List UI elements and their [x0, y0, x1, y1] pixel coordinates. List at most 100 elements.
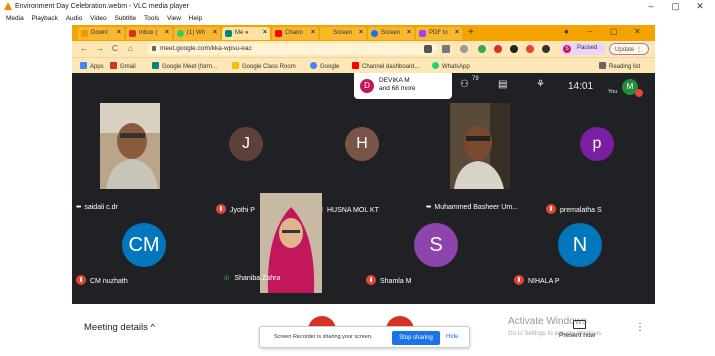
update-button[interactable]: Update ⋮ [609, 43, 649, 55]
tab-search-icon[interactable]: ● [564, 27, 569, 36]
install-icon[interactable] [442, 45, 450, 53]
close-button[interactable]: ✕ [689, 1, 711, 12]
close-tab-icon[interactable]: × [455, 29, 459, 36]
classroom-icon [232, 62, 239, 69]
reload-icon[interactable]: C [112, 44, 118, 53]
participant-count: 79 [472, 76, 479, 82]
tab-pdf[interactable]: PDF to × [416, 27, 462, 40]
extension-green-icon[interactable] [478, 45, 486, 53]
bookmark-meet[interactable]: Google Meet (form... [152, 62, 217, 70]
tab-downloads[interactable]: Downl × [78, 27, 124, 40]
tab-screen-1[interactable]: Screen × [320, 27, 366, 40]
vlc-menu-bar: Media Playback Audio Video Subtitle Tool… [0, 15, 715, 25]
bookmark-channel[interactable]: Channel dashboard... [352, 62, 419, 70]
menu-help[interactable]: Help [189, 15, 202, 22]
extension-infinity-icon[interactable] [510, 45, 518, 53]
chat-icon[interactable]: ▤ [498, 79, 507, 90]
home-icon[interactable]: ⌂ [128, 44, 133, 53]
pdf-icon [419, 30, 426, 37]
activities-icon[interactable]: ⚘ [536, 79, 545, 90]
meeting-details-button[interactable]: Meeting details ^ [84, 322, 155, 333]
bookmark-google[interactable]: Google [310, 62, 339, 70]
participant-name: ••• Muhammed Basheer Um... [426, 204, 519, 211]
meet-icon [225, 30, 232, 37]
bookmark-star-icon[interactable] [460, 45, 468, 53]
update-label: Update [615, 47, 635, 53]
reading-list[interactable]: Reading list [599, 62, 640, 70]
participant-name: NIHALA P [514, 275, 560, 285]
close-tab-icon[interactable]: × [165, 29, 169, 36]
close-tab-icon[interactable]: × [213, 29, 217, 36]
bookmark-whatsapp[interactable]: WhatsApp [432, 62, 470, 70]
minimize-button[interactable]: – [640, 1, 662, 11]
participant-tile: ••• saidali c.dr [72, 103, 212, 211]
stop-sharing-button[interactable]: Stop sharing [392, 331, 440, 345]
presenter-sub: and 68 more [379, 85, 416, 92]
maximize-button[interactable]: ▢ [664, 1, 686, 12]
menu-tools[interactable]: Tools [144, 15, 159, 22]
window-restore-icon[interactable]: ▢ [610, 27, 618, 36]
video-frame: Downl × Inbox (× (1) Wh × Me ● × Chann × Scr… [72, 25, 655, 356]
whatsapp-icon [177, 30, 184, 37]
menu-playback[interactable]: Playback [32, 15, 58, 22]
tab-label: (1) Wh [187, 30, 205, 36]
back-icon[interactable]: ← [80, 44, 88, 53]
more-options-icon[interactable]: ⋮ [635, 322, 645, 333]
extension-record-icon[interactable] [494, 45, 502, 53]
mic-off-icon [635, 89, 643, 97]
tab-label: Me [235, 30, 244, 36]
window-minimize-icon[interactable]: – [588, 27, 592, 36]
people-icon[interactable]: ⚇ [460, 79, 469, 90]
speaking-dots-icon: ••• [76, 204, 81, 211]
bookmark-gmail[interactable]: Gmail [110, 62, 136, 70]
close-tab-icon[interactable]: × [407, 29, 411, 36]
forward-icon[interactable]: → [96, 44, 104, 53]
tab-whatsapp[interactable]: (1) Wh × [174, 27, 220, 40]
extension-red-icon[interactable] [526, 45, 534, 53]
bookmark-apps[interactable]: Apps [80, 62, 104, 70]
lock-icon [152, 46, 156, 51]
youtube-icon [352, 62, 359, 69]
extensions-puzzle-icon[interactable] [542, 45, 550, 53]
participant-avatar: CM [122, 223, 166, 267]
meet-bottom-bar: Meeting details ^ Screen Recorder is sha… [72, 304, 655, 356]
participant-video [450, 103, 510, 189]
url-text: meet.google.com/kka-wpsu-eac [160, 45, 252, 52]
close-tab-icon[interactable]: × [359, 29, 363, 36]
participant-tile: ılı Shaniba Zahra [220, 193, 360, 301]
window-close-icon[interactable]: ✕ [634, 27, 641, 36]
participant-name: Shamla M [366, 275, 412, 285]
hide-button[interactable]: Hide [446, 334, 458, 340]
menu-audio[interactable]: Audio [66, 15, 83, 22]
new-tab-button[interactable]: + [468, 27, 474, 38]
bookmark-classroom[interactable]: Google Class Room [232, 62, 296, 70]
participant-video [100, 103, 160, 189]
tab-meet[interactable]: Me ● × [222, 27, 270, 40]
screen-share-banner: Screen Recorder is sharing your screen. … [259, 326, 470, 348]
presenter-avatar: D [360, 79, 374, 93]
presenter-name: DEVIKA M [379, 77, 410, 84]
menu-view[interactable]: View [167, 15, 181, 22]
address-bar[interactable]: meet.google.com/kka-wpsu-eac [148, 43, 438, 55]
menu-subtitle[interactable]: Subtitle [114, 15, 136, 22]
present-now-button[interactable]: Present now [559, 332, 595, 339]
tab-channel[interactable]: Chann × [272, 27, 318, 40]
participant-name: ••• saidali c.dr [76, 204, 118, 211]
participant-tile: p premalatha S [542, 103, 655, 214]
camera-icon[interactable] [424, 45, 432, 53]
reading-list-icon [599, 62, 606, 69]
close-tab-icon[interactable]: × [311, 29, 315, 36]
menu-video[interactable]: Video [90, 15, 107, 22]
mic-off-icon [546, 204, 556, 214]
profile-button[interactable]: S Paused [560, 43, 606, 55]
vlc-logo-icon [4, 2, 12, 10]
close-tab-icon[interactable]: × [263, 29, 267, 36]
close-tab-icon[interactable]: × [117, 29, 121, 36]
tab-screen-2[interactable]: Screen × [368, 27, 414, 40]
whatsapp-icon [432, 62, 439, 69]
participant-name: premalatha S [546, 204, 602, 214]
presenter-card[interactable]: D DEVIKA Mand 68 more [354, 73, 452, 99]
participant-avatar: H [345, 127, 379, 161]
menu-media[interactable]: Media [6, 15, 24, 22]
tab-inbox[interactable]: Inbox (× [126, 27, 172, 40]
